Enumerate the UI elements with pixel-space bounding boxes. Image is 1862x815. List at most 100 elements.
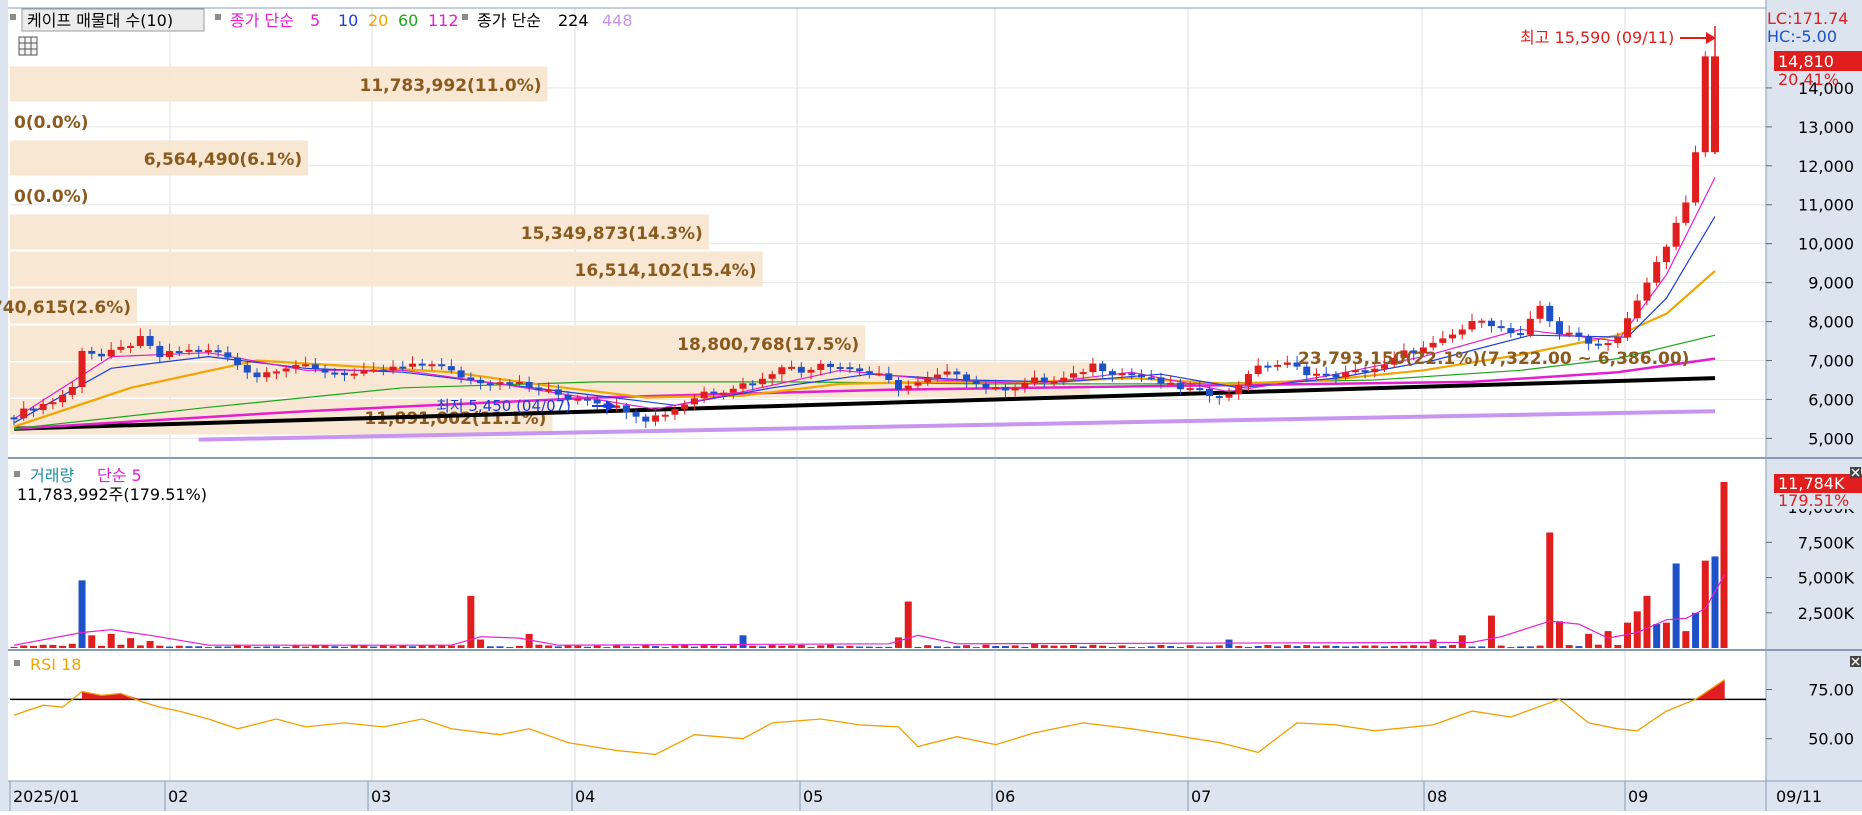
volume-bar-84 bbox=[826, 644, 834, 648]
ma-long-legend-toggle-icon[interactable] bbox=[462, 14, 468, 20]
volume-bar-98 bbox=[963, 645, 971, 648]
legend-toggle-icon[interactable] bbox=[10, 14, 16, 20]
left-margin bbox=[0, 0, 8, 781]
volume-bar-19 bbox=[195, 646, 203, 648]
volume-bar-175 bbox=[1711, 556, 1719, 648]
volume-bar-37 bbox=[370, 646, 378, 648]
candle-body-116 bbox=[1138, 374, 1146, 378]
candle-body-63 bbox=[622, 405, 630, 413]
volume-bar-72 bbox=[710, 645, 718, 648]
price-tick-label-1: 13,000 bbox=[1798, 118, 1854, 137]
profile-band-label-3: 0(0.0%) bbox=[14, 187, 89, 207]
volume-bar-90 bbox=[885, 646, 893, 648]
volume-bar-119 bbox=[1167, 646, 1175, 648]
volume-panel-close-icon[interactable] bbox=[1850, 467, 1861, 478]
volume-bar-132 bbox=[1293, 646, 1301, 648]
volume-bar-148 bbox=[1449, 644, 1457, 648]
rsi-legend-toggle-icon[interactable] bbox=[14, 660, 20, 666]
volume-bar-118 bbox=[1157, 644, 1165, 648]
candle-body-122 bbox=[1196, 388, 1204, 391]
volume-bar-123 bbox=[1206, 646, 1214, 648]
ma-legend-prefix[interactable]: 종가 단순 bbox=[230, 11, 294, 30]
volume-legend-title[interactable]: 거래량 bbox=[30, 466, 74, 485]
volume-bar-56 bbox=[554, 646, 562, 648]
volume-bar-122 bbox=[1196, 646, 1204, 648]
volume-bar-142 bbox=[1390, 645, 1398, 648]
candle-body-72 bbox=[710, 391, 718, 394]
volume-bar-159 bbox=[1555, 621, 1563, 648]
price-tick-label-9: 5,000 bbox=[1808, 429, 1854, 448]
volume-bar-108 bbox=[1060, 645, 1068, 648]
candle-body-171 bbox=[1672, 222, 1680, 247]
volume-bar-11 bbox=[117, 644, 125, 648]
volume-tick-label-1: 5,000K bbox=[1798, 569, 1855, 588]
table-icon[interactable] bbox=[18, 36, 38, 56]
volume-bar-4 bbox=[49, 644, 57, 648]
time-label-7: 08 bbox=[1427, 787, 1447, 806]
volume-bar-173 bbox=[1692, 612, 1700, 648]
candle-body-169 bbox=[1653, 262, 1661, 283]
volume-bar-102 bbox=[1001, 646, 1009, 648]
candle-body-114 bbox=[1118, 373, 1126, 376]
ma-legend-period-20[interactable]: 20 bbox=[368, 11, 388, 30]
candle-body-102 bbox=[1001, 387, 1009, 391]
volume-bar-75 bbox=[739, 635, 747, 648]
volume-bar-130 bbox=[1274, 646, 1282, 648]
ma-legend-period-60[interactable]: 60 bbox=[398, 11, 418, 30]
ma-legend-period-5[interactable]: 5 bbox=[310, 11, 320, 30]
candle-body-126 bbox=[1235, 385, 1243, 395]
volume-bar-6 bbox=[68, 643, 76, 648]
volume-bar-59 bbox=[583, 646, 591, 648]
volume-legend-toggle-icon[interactable] bbox=[14, 471, 20, 477]
current-price-value: 14,810 bbox=[1778, 52, 1834, 71]
ma-long-legend-prefix[interactable]: 종가 단순 bbox=[477, 11, 541, 30]
volume-bar-157 bbox=[1536, 645, 1544, 648]
volume-bar-137 bbox=[1342, 646, 1350, 648]
ma-legend-period-224[interactable]: 224 bbox=[558, 11, 589, 30]
candle-body-166 bbox=[1624, 318, 1632, 338]
volume-bar-8 bbox=[88, 635, 96, 648]
volume-legend-ma[interactable]: 단순 5 bbox=[97, 466, 142, 485]
candle-body-65 bbox=[642, 416, 650, 422]
candle-body-10 bbox=[107, 349, 115, 357]
volume-bar-150 bbox=[1468, 646, 1476, 648]
chart-canvas[interactable]: 11,783,992(11.0%) 0(0.0%) 6,564,490(6.1%) 0… bbox=[0, 0, 1862, 811]
volume-bar-99 bbox=[972, 647, 980, 648]
rsi-legend-title[interactable]: RSI 18 bbox=[30, 655, 81, 674]
ma-legend-period-10[interactable]: 10 bbox=[338, 11, 358, 30]
volume-bar-97 bbox=[953, 646, 961, 648]
candle-body-48 bbox=[477, 379, 485, 384]
candle-body-111 bbox=[1089, 363, 1097, 373]
volume-bar-143 bbox=[1400, 645, 1408, 648]
candle-body-20 bbox=[204, 350, 212, 353]
high-price-annotation: 최고 15,590 (09/11) bbox=[1520, 28, 1674, 47]
candle-body-159 bbox=[1555, 321, 1563, 335]
ma-legend-toggle-icon[interactable] bbox=[215, 14, 221, 20]
volume-tick-label-0: 7,500K bbox=[1798, 533, 1855, 552]
candle-body-124 bbox=[1215, 396, 1223, 399]
candle-body-120 bbox=[1176, 382, 1184, 390]
time-label-4: 05 bbox=[803, 787, 823, 806]
candle-body-173 bbox=[1692, 152, 1700, 203]
volume-bar-101 bbox=[992, 646, 1000, 648]
rsi-panel-close-icon[interactable] bbox=[1850, 656, 1861, 667]
indicator-label[interactable]: 케이프 매물대 수(10) bbox=[27, 11, 173, 30]
candle-body-94 bbox=[924, 378, 932, 383]
current-price-change: 20.41% bbox=[1778, 70, 1839, 89]
ma-legend-period-448[interactable]: 448 bbox=[602, 11, 633, 30]
candle-body-15 bbox=[156, 345, 164, 357]
candle-body-58 bbox=[574, 398, 582, 401]
volume-bar-18 bbox=[185, 646, 193, 648]
volume-tick-label-2: 2,500K bbox=[1798, 604, 1855, 623]
volume-bar-111 bbox=[1089, 644, 1097, 648]
candle-body-150 bbox=[1468, 320, 1476, 330]
ma-legend-period-112[interactable]: 112 bbox=[428, 11, 459, 30]
volume-bar-135 bbox=[1322, 645, 1330, 648]
volume-bar-120 bbox=[1176, 647, 1184, 648]
candle-body-1 bbox=[20, 408, 28, 419]
candle-body-23 bbox=[234, 357, 242, 365]
price-tick-label-3: 11,000 bbox=[1798, 196, 1854, 215]
candle-body-87 bbox=[856, 368, 864, 372]
candle-body-160 bbox=[1565, 332, 1573, 335]
candle-body-147 bbox=[1439, 338, 1447, 343]
